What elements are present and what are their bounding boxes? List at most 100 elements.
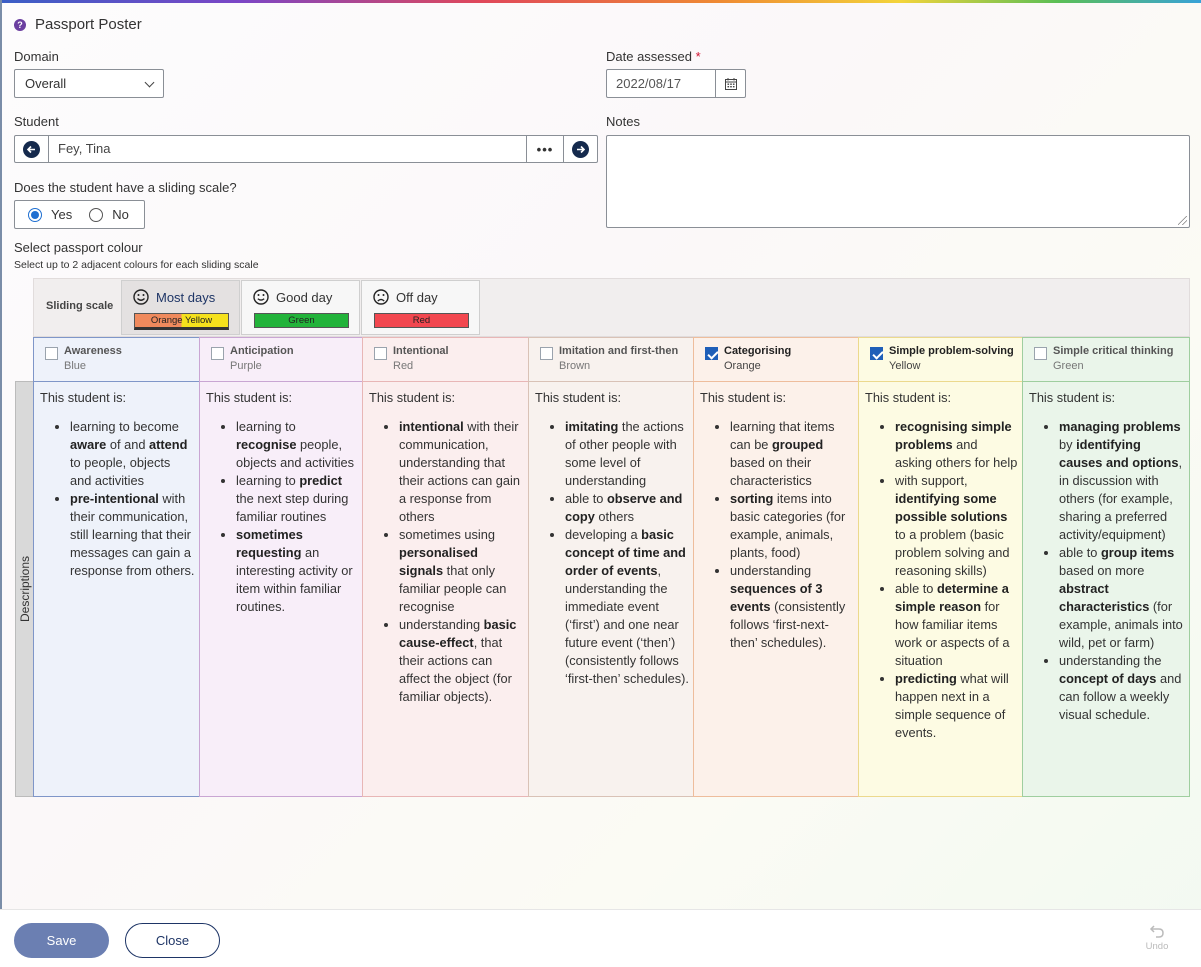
notes-textarea[interactable]: [606, 135, 1190, 228]
date-label-text: Date assessed: [606, 49, 692, 64]
undo-button[interactable]: Undo: [1141, 924, 1173, 952]
date-field[interactable]: 2022/08/17: [606, 69, 746, 98]
column-title: Imitation and first-then: [559, 345, 679, 357]
student-label: Student: [14, 114, 59, 129]
column-description: This student is: learning to become awar…: [34, 382, 200, 580]
undo-icon: [1149, 925, 1164, 938]
column-header[interactable]: Categorising Orange: [694, 338, 859, 382]
date-label: Date assessed *: [606, 49, 701, 64]
radio-no[interactable]: No: [89, 207, 129, 222]
next-student-button[interactable]: [563, 136, 597, 162]
arrow-left-icon: [23, 140, 40, 158]
left-edge-bar: [0, 0, 2, 910]
radio-no-label: No: [112, 207, 129, 222]
scale-card-good-day[interactable]: Good day Green: [241, 280, 360, 335]
undo-label: Undo: [1145, 941, 1169, 952]
column-description: This student is: imitating the actions o…: [529, 382, 694, 688]
radio-yes-dot[interactable]: [28, 207, 42, 222]
column-title: Simple problem-solving: [889, 345, 1014, 357]
column-intro: This student is:: [40, 390, 127, 405]
column-title: Simple critical thinking: [1053, 345, 1174, 357]
passport-column-imitation: Imitation and first-then Brown This stud…: [528, 337, 694, 797]
column-checkbox-checked[interactable]: [705, 347, 718, 360]
column-colour: Orange: [724, 360, 761, 372]
required-marker: *: [695, 49, 701, 64]
notes-label: Notes: [606, 114, 640, 129]
student-picker: Fey, Tina •••: [14, 135, 598, 163]
date-input[interactable]: 2022/08/17: [607, 70, 715, 97]
passport-column-categorising: Categorising Orange This student is: lea…: [693, 337, 859, 797]
notes-value: [607, 136, 1189, 148]
rainbow-top-bar: [0, 0, 1201, 3]
column-header[interactable]: Anticipation Purple: [200, 338, 363, 382]
arrow-right-icon: [572, 140, 589, 158]
column-title: Awareness: [64, 345, 122, 357]
passport-column-awareness: Awareness Blue This student is: learning…: [33, 337, 200, 797]
previous-student-button[interactable]: [15, 136, 49, 162]
page-header: ? Passport Poster: [14, 16, 142, 33]
scale-card-label: Off day: [396, 289, 438, 305]
scale-card-off-day[interactable]: Off day Red: [361, 280, 480, 335]
radio-no-dot[interactable]: [89, 207, 104, 222]
smile-face-icon: [253, 289, 269, 305]
scale-card-header: Off day: [373, 289, 438, 305]
scale-card-most-days[interactable]: Most days Orange Yellow: [121, 280, 240, 335]
close-button[interactable]: Close: [125, 923, 220, 958]
column-header[interactable]: Simple critical thinking Green: [1023, 338, 1189, 382]
column-colour: Blue: [64, 360, 87, 372]
column-colour: Purple: [230, 360, 262, 372]
radio-yes[interactable]: Yes: [28, 207, 72, 222]
colour-chip: Orange Yellow: [134, 313, 229, 330]
column-checkbox[interactable]: [540, 347, 553, 360]
footer-bar: Save Close Undo: [0, 909, 1201, 967]
sliding-scale-radio-group: Yes No: [14, 200, 145, 229]
sliding-scale-question: Does the student have a sliding scale?: [14, 180, 237, 195]
column-intro: This student is:: [865, 390, 952, 405]
column-checkbox[interactable]: [1034, 347, 1047, 360]
column-colour: Yellow: [889, 360, 921, 372]
passport-column-critical-thinking: Simple critical thinking Green This stud…: [1022, 337, 1190, 797]
help-icon[interactable]: ?: [14, 18, 26, 31]
domain-label: Domain: [14, 49, 59, 64]
column-header[interactable]: Simple problem-solving Yellow: [859, 338, 1023, 382]
student-more-button[interactable]: •••: [526, 136, 563, 162]
column-colour: Brown: [559, 360, 591, 372]
happy-face-icon: [133, 289, 149, 305]
sliding-scale-label: Sliding scale: [46, 300, 114, 312]
scale-card-header: Most days: [133, 289, 215, 305]
descriptions-side-label: Descriptions: [15, 381, 34, 797]
column-checkbox-checked[interactable]: [870, 347, 883, 360]
calendar-icon: [724, 77, 737, 90]
column-intro: This student is:: [206, 390, 293, 405]
column-description: This student is: recognising simple prob…: [859, 382, 1023, 742]
resize-grip-icon[interactable]: [1178, 216, 1187, 225]
column-header[interactable]: Imitation and first-then Brown: [529, 338, 694, 382]
column-header[interactable]: Awareness Blue: [34, 338, 200, 382]
scale-card-header: Good day: [253, 289, 332, 305]
page-title: Passport Poster: [35, 16, 142, 33]
chevron-down-icon: [144, 77, 155, 88]
passport-column-problem-solving: Simple problem-solving Yellow This stude…: [858, 337, 1023, 797]
domain-select[interactable]: Overall: [14, 69, 164, 98]
column-intro: This student is:: [369, 390, 456, 405]
descriptions-label: Descriptions: [17, 555, 32, 623]
save-button[interactable]: Save: [14, 923, 109, 958]
column-header[interactable]: Intentional Red: [363, 338, 529, 382]
colour-hint: Select up to 2 adjacent colours for each…: [14, 259, 259, 271]
column-checkbox[interactable]: [374, 347, 387, 360]
column-title: Intentional: [393, 345, 449, 357]
sad-face-icon: [373, 289, 389, 305]
column-colour: Red: [393, 360, 414, 372]
passport-column-intentional: Intentional Red This student is: intenti…: [362, 337, 529, 797]
column-checkbox[interactable]: [45, 347, 58, 360]
sliding-scale-bar: Sliding scale Most days Orange Yellow Go…: [33, 278, 1190, 337]
student-input[interactable]: Fey, Tina: [49, 136, 526, 162]
column-description: This student is: learning to recognise p…: [200, 382, 363, 616]
colour-label: Select passport colour: [14, 240, 143, 255]
column-checkbox[interactable]: [211, 347, 224, 360]
calendar-button[interactable]: [715, 70, 745, 97]
column-colour: Green: [1053, 360, 1084, 372]
column-title: Categorising: [724, 345, 792, 357]
scale-card-label: Good day: [276, 289, 333, 305]
column-description: This student is: intentional with their …: [363, 382, 529, 706]
